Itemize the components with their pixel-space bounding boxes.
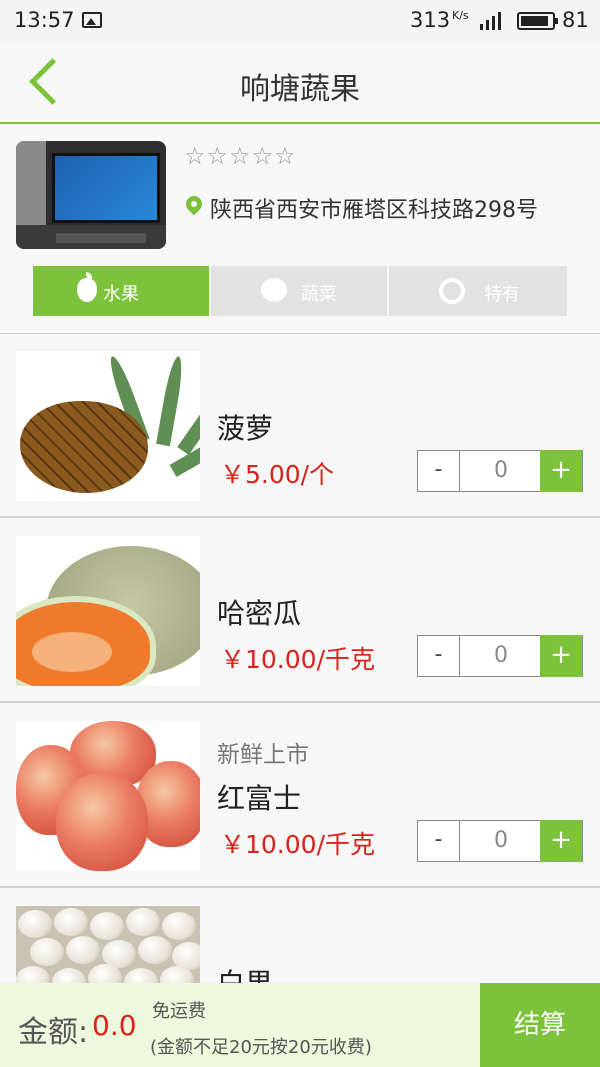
checkout-button[interactable]: 结算 bbox=[480, 983, 600, 1067]
tab-label: 蔬菜 bbox=[301, 284, 337, 305]
product-list: 菠萝 ￥5.00/个 - 0 + 哈密瓜 ￥10.00/千克 - 0 + 新鲜上… bbox=[0, 335, 600, 983]
shop-header: ☆☆☆☆☆ 陕西省西安市雁塔区科技路298号 水果 蔬菜 特有 bbox=[0, 124, 600, 334]
quantity-stepper: - 0 + bbox=[417, 820, 583, 862]
increase-button[interactable]: + bbox=[540, 820, 582, 862]
increase-button[interactable]: + bbox=[540, 450, 582, 492]
increase-button[interactable]: + bbox=[540, 635, 582, 677]
tab-vegetable[interactable]: 蔬菜 bbox=[211, 266, 387, 316]
shop-photo bbox=[16, 141, 166, 249]
quantity-stepper: - 0 + bbox=[417, 450, 583, 492]
page-title: 响塘蔬果 bbox=[240, 72, 360, 107]
category-tabs: 水果 蔬菜 特有 bbox=[33, 266, 567, 316]
quantity-value[interactable]: 0 bbox=[460, 821, 542, 861]
tab-label: 特有 bbox=[484, 284, 520, 305]
product-name: 菠萝 bbox=[217, 412, 274, 445]
product-name: 白果 bbox=[217, 962, 273, 983]
product-price: ￥10.00/千克 bbox=[220, 830, 375, 859]
product-item[interactable]: 哈密瓜 ￥10.00/千克 - 0 + bbox=[0, 520, 600, 703]
rating-stars: ☆☆☆☆☆ bbox=[184, 142, 297, 170]
checkout-bar: 金额: 0.0 免运费 (金额不足20元按20元收费) 结算 bbox=[0, 983, 600, 1067]
product-tag: 新鲜上市 bbox=[217, 742, 309, 768]
network-speed: 313 bbox=[410, 8, 451, 32]
product-price: ￥10.00/千克 bbox=[220, 645, 375, 674]
image-notification-icon bbox=[82, 12, 102, 28]
network-speed-unit: K/s bbox=[452, 9, 469, 22]
product-image-hami-melon bbox=[16, 536, 200, 686]
decrease-button[interactable]: - bbox=[418, 821, 460, 861]
location-pin-icon bbox=[182, 192, 206, 216]
shipping-label: 免运费 bbox=[152, 1001, 206, 1022]
product-item[interactable]: 菠萝 ￥5.00/个 - 0 + bbox=[0, 335, 600, 518]
tab-label: 水果 bbox=[103, 284, 139, 305]
product-price: ￥5.00/个 bbox=[220, 460, 335, 489]
shop-address: 陕西省西安市雁塔区科技路298号 bbox=[210, 198, 538, 223]
status-time: 13:57 bbox=[14, 8, 75, 32]
title-bar: 响塘蔬果 bbox=[0, 42, 600, 124]
product-image-ginkgo-nuts bbox=[16, 906, 200, 983]
quantity-value[interactable]: 0 bbox=[460, 451, 542, 491]
amount-label: 金额: bbox=[18, 1015, 89, 1050]
quantity-value[interactable]: 0 bbox=[460, 636, 542, 676]
product-image-apples bbox=[16, 721, 200, 871]
quantity-stepper: - 0 + bbox=[417, 635, 583, 677]
battery-percent: 81 bbox=[562, 8, 589, 32]
product-name: 红富士 bbox=[217, 782, 302, 815]
apple-icon bbox=[77, 272, 97, 302]
product-name: 哈密瓜 bbox=[217, 597, 302, 630]
product-item[interactable]: 白果 bbox=[0, 890, 600, 983]
battery-icon bbox=[517, 12, 558, 30]
tab-fruit[interactable]: 水果 bbox=[33, 266, 209, 316]
amount-value: 0.0 bbox=[92, 1009, 137, 1042]
product-item[interactable]: 新鲜上市 红富士 ￥10.00/千克 - 0 + bbox=[0, 705, 600, 888]
badge-icon bbox=[439, 278, 465, 304]
decrease-button[interactable]: - bbox=[418, 451, 460, 491]
decrease-button[interactable]: - bbox=[418, 636, 460, 676]
tomato-icon bbox=[261, 278, 287, 302]
product-image-pineapple bbox=[16, 351, 200, 501]
shipping-note: (金额不足20元按20元收费) bbox=[150, 1037, 372, 1058]
tab-specialty[interactable]: 特有 bbox=[389, 266, 567, 316]
status-bar: 13:57 313 K/s 81 bbox=[0, 0, 600, 42]
signal-icon bbox=[480, 12, 508, 30]
